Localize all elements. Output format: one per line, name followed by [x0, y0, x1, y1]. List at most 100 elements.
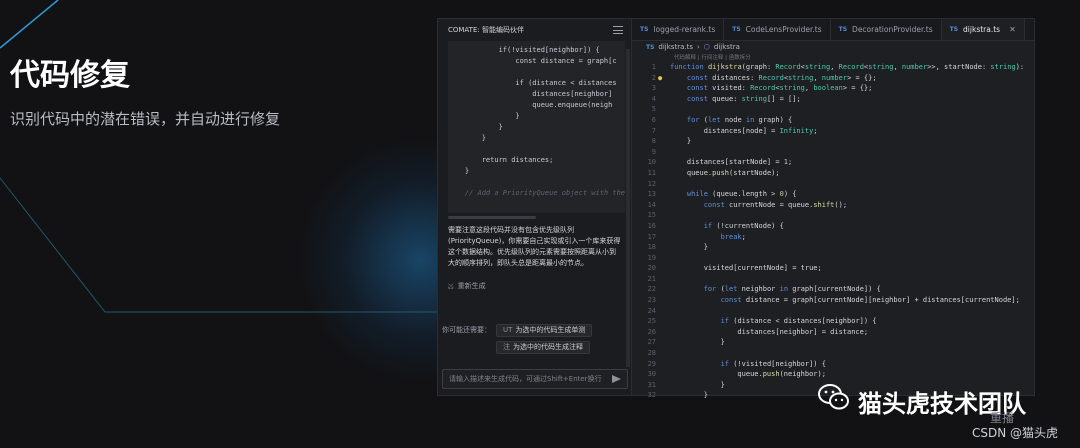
code-text: }	[670, 338, 725, 347]
chip-label: 为选中的代码生成单测	[515, 326, 586, 334]
typescript-icon: TS	[646, 43, 655, 51]
chat-code-line: }	[448, 123, 503, 131]
chat-code-line: if(!visited[neighbor]) {	[448, 46, 600, 54]
regenerate-icon: ⤩	[448, 281, 454, 290]
breadcrumb-symbol[interactable]: dijkstra	[714, 43, 740, 51]
chat-header: COMATE: 智能编码伙伴	[438, 19, 631, 41]
code-text: }	[670, 243, 708, 252]
chat-code-line	[448, 177, 625, 188]
chat-code-line: distances[neighbor]	[448, 90, 613, 98]
function-icon: ⬡	[703, 43, 710, 51]
tab-label: dijkstra.ts	[963, 25, 1001, 34]
line-number: 20	[647, 264, 656, 273]
code-line[interactable]: 16 if (!currentNode) {	[632, 221, 1034, 232]
code-line[interactable]: 11 queue.push(startNode);	[632, 168, 1034, 179]
line-number: 6	[651, 115, 656, 124]
code-text: while (queue.length > 0) {	[686, 190, 797, 199]
code-line[interactable]: 2 const distances: Record<string, number…	[632, 73, 1034, 84]
code-line[interactable]: 3 const visited: Record<string, boolean>…	[632, 83, 1034, 94]
code-line[interactable]: 25 if (distance < distances[neighbor]) {	[632, 316, 1034, 327]
chat-code-line: }	[448, 134, 486, 142]
hero-title: 代码修复	[10, 58, 130, 93]
line-number: 30	[647, 370, 656, 379]
typescript-icon: TS	[838, 26, 848, 33]
breadcrumb-file[interactable]: dijkstra.ts	[658, 43, 693, 51]
code-line[interactable]: 6 for (let node in graph) {	[632, 115, 1034, 126]
tab-decorationprovider[interactable]: TS DecorationProvider.ts	[831, 19, 942, 40]
code-line[interactable]: 30 queue.push(neighbor);	[632, 369, 1034, 380]
chat-code-scrollbar[interactable]	[448, 216, 536, 219]
line-number: 9	[651, 147, 656, 156]
code-line[interactable]: 29 if (!visited[neighbor]) {	[632, 359, 1034, 370]
chevron-right-icon: ›	[696, 43, 700, 51]
line-number: 15	[647, 211, 656, 220]
chip-generate-unit-test[interactable]: UT 为选中的代码生成单测	[496, 324, 593, 337]
chip-generate-comment[interactable]: 注为选中的代码生成注释	[496, 341, 590, 354]
close-icon[interactable]: ✕	[1009, 25, 1016, 34]
code-text: break;	[720, 232, 746, 241]
code-line[interactable]: 19	[632, 253, 1034, 264]
code-lines: 1 function dijkstra(graph: Record<string,…	[632, 62, 1034, 401]
suggestion-label: 你可能还需要：	[442, 326, 491, 334]
chat-code-line	[448, 67, 625, 78]
code-line[interactable]: 4 const queue: string[] = [];	[632, 94, 1034, 105]
chat-code-line	[448, 144, 625, 155]
code-line[interactable]: 24	[632, 306, 1034, 317]
breadcrumb: TS dijkstra.ts › ⬡ dijkstra	[632, 41, 1034, 53]
line-number: 10	[647, 158, 656, 167]
lightbulb-icon[interactable]: ●	[658, 73, 662, 84]
tab-codelensprovider[interactable]: TS CodeLensProvider.ts	[724, 19, 831, 40]
code-line[interactable]: 15	[632, 210, 1034, 221]
code-text: }	[670, 380, 725, 389]
code-line[interactable]: 20 visited[currentNode] = true;	[632, 263, 1034, 274]
line-number: 31	[647, 380, 656, 389]
chat-code-line: if (distance < distances	[448, 79, 617, 87]
code-text: const visited: Record<string, boolean> =…	[686, 84, 873, 93]
chat-input[interactable]: 请输入描述来生成代码，可通过Shift+Enter换行	[442, 369, 628, 389]
menu-icon[interactable]	[613, 26, 623, 34]
chat-explanation: 需要注意这段代码并没有包含优先级队列(PriorityQueue)，你需要自己实…	[448, 226, 621, 267]
code-line[interactable]: 17 break;	[632, 232, 1034, 243]
editor-tabs: TS logged-rerank.ts TS CodeLensProvider.ts…	[632, 19, 1034, 41]
tab-logged-rerank[interactable]: TS logged-rerank.ts	[632, 19, 725, 40]
code-text: visited[currentNode] = true;	[670, 264, 822, 273]
chat-panel: COMATE: 智能编码伙伴 if(!visited[neighbor]) { …	[438, 19, 632, 395]
code-line[interactable]: 22 for (let neighbor in graph[currentNod…	[632, 284, 1034, 295]
tab-dijkstra[interactable]: TS dijkstra.ts ✕	[941, 19, 1025, 40]
line-number: 7	[651, 126, 656, 135]
code-line[interactable]: 12	[632, 179, 1034, 190]
chat-header-title: COMATE: 智能编码伙伴	[448, 26, 524, 34]
code-line[interactable]: 10 distances[startNode] = 1;	[632, 157, 1034, 168]
line-number: 14	[647, 200, 656, 209]
code-line[interactable]: 18 }	[632, 242, 1034, 253]
code-line[interactable]: 1 function dijkstra(graph: Record<string,…	[632, 62, 1034, 73]
wechat-icon	[818, 384, 849, 410]
ide-window: COMATE: 智能编码伙伴 if(!visited[neighbor]) { …	[437, 18, 1035, 399]
code-text: const distance = graph[currentNode][neig…	[720, 296, 1020, 305]
code-line[interactable]: 14 const currentNode = queue.shift();	[632, 200, 1034, 211]
code-text: distances[neighbor] = distance;	[670, 327, 869, 336]
code-line[interactable]: 9	[632, 147, 1034, 158]
code-line[interactable]: 28	[632, 348, 1034, 359]
code-line[interactable]: 5	[632, 104, 1034, 115]
codelens-actions[interactable]: 代码解释 | 行间注释 | 函数拆分	[632, 53, 1034, 62]
send-icon[interactable]	[612, 375, 621, 383]
code-line[interactable]: 13 while (queue.length > 0) {	[632, 189, 1034, 200]
line-number: 4	[651, 94, 656, 103]
chat-code-line: // Add a PriorityQueue object with the c	[448, 189, 625, 197]
code-line[interactable]: 8 }	[632, 136, 1034, 147]
code-line[interactable]: 26 distances[neighbor] = distance;	[632, 327, 1034, 338]
code-line[interactable]: 23 const distance = graph[currentNode][n…	[632, 295, 1034, 306]
code-line[interactable]: 21	[632, 274, 1034, 285]
chat-scrollbar[interactable]	[626, 49, 630, 367]
code-line[interactable]: 7 distances[node] = Infinity;	[632, 126, 1034, 137]
regenerate-button[interactable]: ⤩ 重新生成	[448, 281, 621, 291]
code-text: function dijkstra(graph: Record<string, …	[670, 63, 1025, 71]
chip-tag: 注	[503, 343, 510, 351]
code-line[interactable]: 27 }	[632, 337, 1034, 348]
